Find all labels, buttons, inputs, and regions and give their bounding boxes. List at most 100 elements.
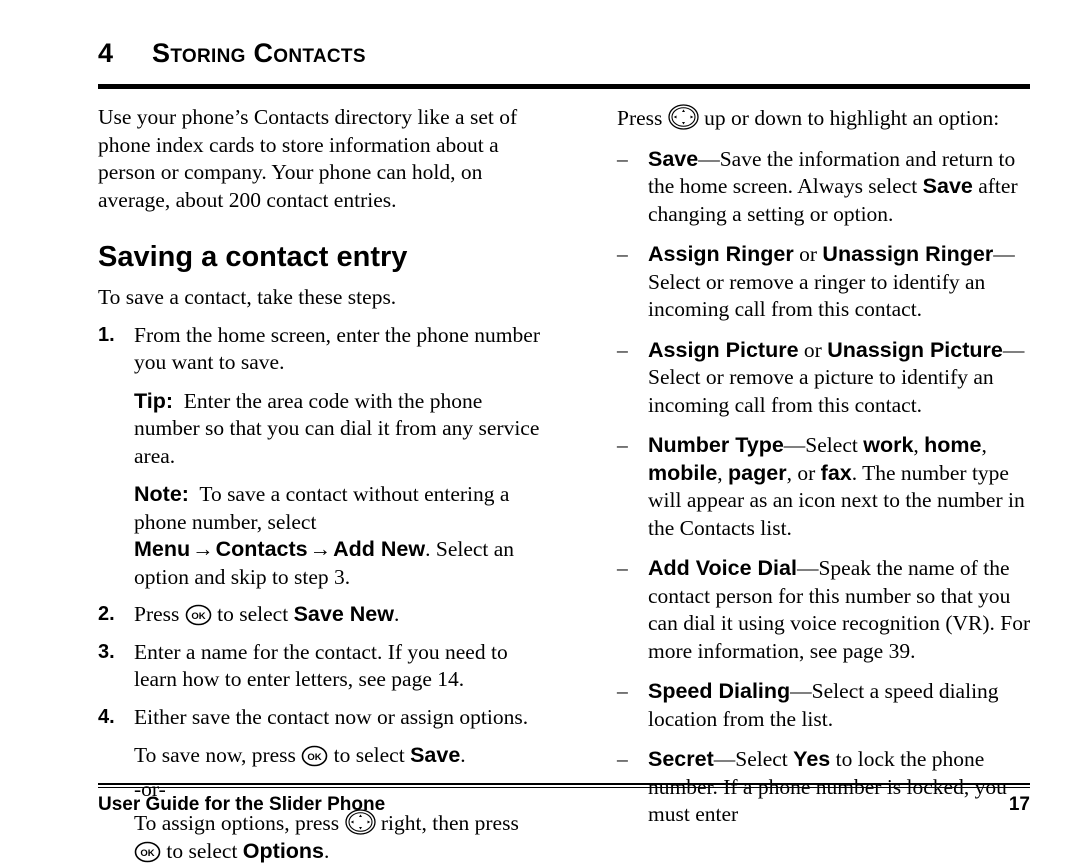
- svg-text:OK: OK: [191, 611, 205, 622]
- step-number: 2.: [98, 601, 115, 629]
- right-intro-after: up or down to highlight an option:: [699, 106, 999, 130]
- dash-marker: –: [617, 746, 628, 774]
- save-new-term: Save New: [294, 602, 394, 626]
- step-number: 3.: [98, 639, 115, 667]
- navigation-key-icon: [668, 104, 699, 130]
- option-term: Assign Ringer: [648, 242, 794, 266]
- footer-title: User Guide for the Slider Phone: [98, 793, 385, 817]
- ok-key-icon: OK: [301, 745, 328, 767]
- manual-page: 4 Storing Contacts Use your phone’s Cont…: [0, 0, 1080, 839]
- option-conjunction: or: [799, 338, 828, 362]
- option-text: Save—Save the information and return to …: [648, 146, 1032, 229]
- option-text: Add Voice Dial—Speak the name of the con…: [648, 555, 1032, 665]
- step2-text-after: .: [394, 602, 399, 626]
- step-number: 1.: [98, 322, 115, 350]
- dash-marker: –: [617, 146, 628, 174]
- dash-marker: –: [617, 678, 628, 706]
- page-footer: User Guide for the Slider Phone 17: [98, 793, 1030, 817]
- dash-marker: –: [617, 337, 628, 365]
- save-now-mid: to select: [328, 743, 410, 767]
- option-speed-dialing: – Speed Dialing—Select a speed dialing l…: [617, 678, 1032, 733]
- option-desc-1: Select: [735, 747, 793, 771]
- option-text: Assign Picture or Unassign Picture— Selec…: [648, 337, 1032, 420]
- em-dash: —: [797, 556, 819, 580]
- page-title: Storing Contacts: [152, 40, 366, 67]
- step-2: 2. Press OK to select Save New.: [98, 601, 550, 629]
- note-label: Note:: [134, 482, 189, 506]
- step2-text-before: Press: [134, 602, 185, 626]
- save-term: Save: [410, 743, 460, 767]
- arrow-icon: →: [308, 537, 334, 561]
- assign-end: .: [324, 839, 329, 863]
- number-type-mobile: mobile: [648, 461, 717, 485]
- options-term: Options: [243, 839, 324, 863]
- menu-path-contacts: Contacts: [216, 537, 308, 561]
- svg-text:OK: OK: [140, 847, 154, 858]
- option-assign-ringer: – Assign Ringer or Unassign Ringer—Selec…: [617, 241, 1032, 324]
- menu-path-menu: Menu: [134, 537, 190, 561]
- option-bold-inline: Yes: [793, 747, 830, 771]
- lead-paragraph: To save a contact, take these steps.: [98, 284, 550, 312]
- dash-marker: –: [617, 555, 628, 583]
- option-assign-picture: – Assign Picture or Unassign Picture— Sel…: [617, 337, 1032, 420]
- option-conjunction: or: [794, 242, 823, 266]
- option-term: Save: [648, 147, 698, 171]
- ok-key-icon: OK: [185, 604, 212, 626]
- note-note: Note: To save a contact without entering…: [134, 481, 550, 591]
- option-add-voice-dial: – Add Voice Dial—Speak the name of the c…: [617, 555, 1032, 665]
- option-text: Number Type—Select work, home, mobile, p…: [648, 432, 1032, 542]
- option-term-2: Unassign Ringer: [822, 242, 993, 266]
- footer-page-number: 17: [1009, 793, 1030, 817]
- option-bold-inline: Save: [923, 174, 973, 198]
- em-dash: —: [790, 679, 812, 703]
- option-text: Assign Ringer or Unassign Ringer—Select …: [648, 241, 1032, 324]
- chapter-heading: 4 Storing Contacts: [98, 40, 1030, 67]
- step2-text-mid: to select: [212, 602, 294, 626]
- step-1: 1. From the home screen, enter the phone…: [98, 322, 550, 592]
- menu-path-add-new: Add New: [333, 537, 425, 561]
- option-text: Speed Dialing—Select a speed dialing loc…: [648, 678, 1032, 733]
- save-now-after: .: [460, 743, 465, 767]
- option-term-2: Unassign Picture: [827, 338, 1003, 362]
- left-column: Use your phone’s Contacts directory like…: [98, 104, 550, 865]
- option-term: Secret: [648, 747, 714, 771]
- em-dash: —: [698, 147, 720, 171]
- number-type-fax: fax: [821, 461, 852, 485]
- footer-divider-thick: [98, 783, 1030, 785]
- option-term: Number Type: [648, 433, 784, 457]
- right-column: Press up or down to highlight an option:…: [617, 104, 1032, 829]
- number-type-pager: pager: [728, 461, 787, 485]
- number-type-work: work: [863, 433, 913, 457]
- assign-options-line: To assign options, press right, then pre…: [134, 809, 550, 865]
- dash-marker: –: [617, 432, 628, 460]
- step-text: Enter a name for the contact. If you nee…: [134, 639, 550, 694]
- option-term: Assign Picture: [648, 338, 799, 362]
- step-text: From the home screen, enter the phone nu…: [134, 322, 550, 377]
- title-divider: [98, 84, 1030, 89]
- number-type-home: home: [924, 433, 981, 457]
- dash-marker: –: [617, 241, 628, 269]
- option-desc-1: Select or remove a picture to identify a…: [648, 365, 994, 417]
- tip-text: [173, 389, 184, 413]
- footer-divider-thin: [98, 787, 1030, 788]
- step-number: 4.: [98, 704, 115, 732]
- svg-text:OK: OK: [308, 752, 322, 763]
- em-dash: —: [993, 242, 1015, 266]
- tip-body: Enter the area code with the phone numbe…: [134, 389, 539, 468]
- option-term: Add Voice Dial: [648, 556, 797, 580]
- option-number-type: – Number Type—Select work, home, mobile,…: [617, 432, 1032, 542]
- intro-paragraph: Use your phone’s Contacts directory like…: [98, 104, 550, 214]
- right-intro: Press up or down to highlight an option:: [617, 104, 1032, 133]
- step-text: Either save the contact now or assign op…: [134, 704, 550, 732]
- step-3: 3. Enter a name for the contact. If you …: [98, 639, 550, 694]
- save-now-before: To save now, press: [134, 743, 301, 767]
- option-desc-or: , or: [787, 461, 821, 485]
- em-dash: —: [714, 747, 736, 771]
- tip-label: Tip:: [134, 389, 173, 413]
- tip-note: Tip: Enter the area code with the phone …: [134, 388, 550, 471]
- ok-key-icon: OK: [134, 841, 161, 863]
- em-dash: —: [1003, 338, 1025, 362]
- step-text: Press OK to select Save New.: [134, 601, 550, 629]
- save-now-line: To save now, press OK to select Save.: [134, 742, 550, 770]
- option-term: Speed Dialing: [648, 679, 790, 703]
